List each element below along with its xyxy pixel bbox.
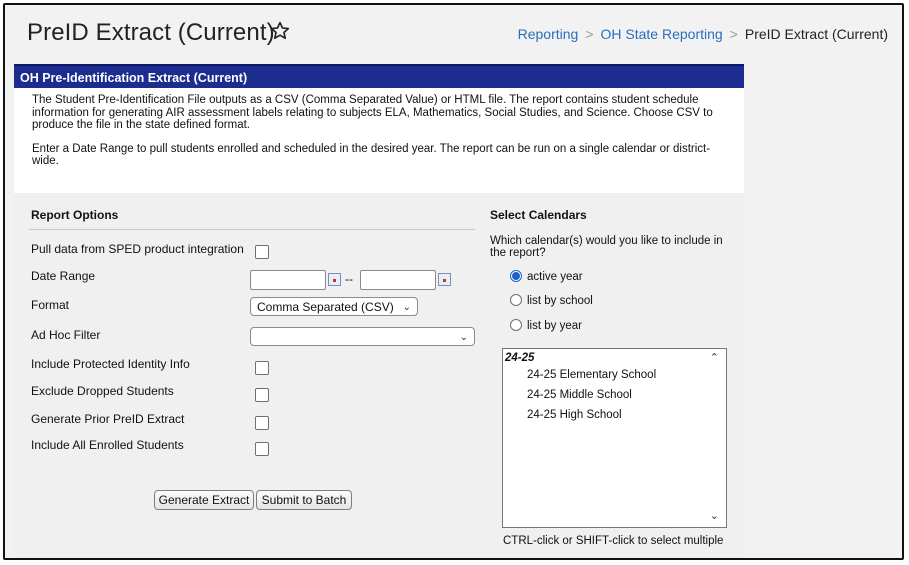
chevron-down-icon: ⌄ <box>402 302 411 313</box>
page-title: PreID Extract (Current) <box>27 19 275 46</box>
chevron-down-icon: ⌄ <box>459 332 468 343</box>
date-start-input[interactable] <box>250 270 326 290</box>
breadcrumb-chevron-icon: > <box>729 26 738 42</box>
calendar-icon[interactable] <box>438 273 451 286</box>
select-calendars-heading: Select Calendars <box>490 208 587 222</box>
description-paragraph-2: Enter a Date Range to pull students enro… <box>32 142 711 168</box>
report-banner: OH Pre-Identification Extract (Current) <box>14 64 744 88</box>
date-end-input[interactable] <box>360 270 436 290</box>
report-panel: OH Pre-Identification Extract (Current) … <box>14 64 744 558</box>
radio-list-by-year-label: list by year <box>527 320 582 332</box>
report-description: The Student Pre-Identification File outp… <box>32 94 732 179</box>
generate-extract-button[interactable]: Generate Extract <box>154 490 254 510</box>
exclude-dropped-checkbox[interactable] <box>255 388 269 402</box>
calendar-question: Which calendar(s) would you like to incl… <box>490 235 723 259</box>
breadcrumb-current: PreID Extract (Current) <box>744 26 888 42</box>
star-outline-icon[interactable] <box>269 20 291 42</box>
sped-label: Pull data from SPED product integration <box>31 242 244 256</box>
radio-list-by-school-label: list by school <box>527 295 593 307</box>
radio-active-year-label: active year <box>527 271 583 283</box>
format-label: Format <box>31 298 70 312</box>
breadcrumb: Reporting > OH State Reporting > PreID E… <box>518 26 888 42</box>
format-select[interactable]: Comma Separated (CSV) ⌄ <box>250 297 418 316</box>
report-options-divider <box>29 229 475 230</box>
page-header: PreID Extract (Current) Reporting > OH S… <box>5 5 902 61</box>
radio-active-year[interactable] <box>510 270 522 282</box>
report-options-heading: Report Options <box>31 208 119 222</box>
date-range-label: Date Range <box>31 269 96 283</box>
app-window: PreID Extract (Current) Reporting > OH S… <box>3 3 904 560</box>
multi-select-hint: CTRL-click or SHIFT-click to select mult… <box>503 535 724 547</box>
adhoc-filter-select[interactable]: ⌄ <box>250 327 475 346</box>
protected-identity-checkbox[interactable] <box>255 361 269 375</box>
calendar-option-elementary[interactable]: 24-25 Elementary School <box>527 369 656 381</box>
calendar-option-middle[interactable]: 24-25 Middle School <box>527 389 632 401</box>
description-paragraph-1: The Student Pre-Identification File outp… <box>32 94 713 131</box>
radio-list-by-year[interactable] <box>510 319 522 331</box>
date-range-separator: -- <box>345 272 353 286</box>
breadcrumb-chevron-icon: > <box>585 26 594 42</box>
calendar-group-label: 24-25 <box>505 352 535 364</box>
scroll-down-icon[interactable]: ⌄ <box>710 509 719 522</box>
calendar-option-high[interactable]: 24-25 High School <box>527 409 622 421</box>
calendar-listbox[interactable]: 24-25 24-25 Elementary School 24-25 Midd… <box>502 348 727 528</box>
exclude-dropped-label: Exclude Dropped Students <box>31 384 174 398</box>
breadcrumb-reporting[interactable]: Reporting <box>518 26 579 42</box>
adhoc-filter-label: Ad Hoc Filter <box>31 328 101 342</box>
prior-preid-label: Generate Prior PreID Extract <box>31 412 185 426</box>
scroll-up-icon[interactable]: ⌃ <box>710 351 719 364</box>
protected-identity-label: Include Protected Identity Info <box>31 357 190 371</box>
all-enrolled-checkbox[interactable] <box>255 442 269 456</box>
radio-list-by-school[interactable] <box>510 294 522 306</box>
all-enrolled-label: Include All Enrolled Students <box>31 438 184 452</box>
format-select-value: Comma Separated (CSV) <box>257 300 394 314</box>
prior-preid-checkbox[interactable] <box>255 416 269 430</box>
calendar-icon[interactable] <box>328 273 341 286</box>
sped-checkbox[interactable] <box>255 245 269 259</box>
submit-to-batch-button[interactable]: Submit to Batch <box>256 490 352 510</box>
breadcrumb-oh-state-reporting[interactable]: OH State Reporting <box>601 26 723 42</box>
